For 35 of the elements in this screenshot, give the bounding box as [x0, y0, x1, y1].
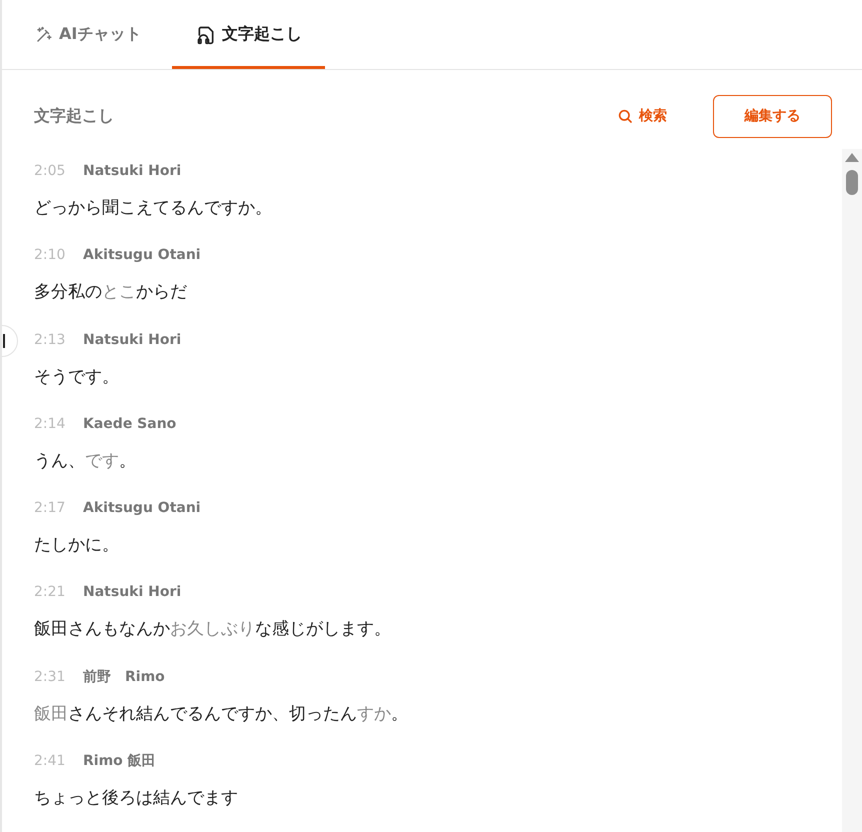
- transcript-text: 飯田 さんそれ結んでるんですか、切ったんすか。: [34, 702, 409, 724]
- document-headphones-icon: [196, 24, 216, 44]
- speaker-name: Natsuki Hori: [83, 332, 182, 348]
- section-title: 文字起こし: [34, 106, 115, 126]
- magic-wand-icon: [35, 26, 53, 44]
- search-icon: [617, 108, 633, 124]
- timestamp: 2:10: [34, 247, 66, 264]
- timestamp: 2:21: [34, 584, 66, 600]
- transcript-text: 多分私の とこ からだ: [34, 281, 188, 304]
- scroll-thumb[interactable]: [846, 170, 858, 195]
- timestamp: 2:13: [34, 332, 66, 348]
- tab[interactable]: AIチャット: [24, 0, 152, 69]
- speaker-name: 前野 Rimo: [83, 668, 165, 686]
- speaker-name: Kaede Sano: [83, 416, 176, 432]
- timestamp: 2:05: [34, 163, 66, 179]
- search-button[interactable]: 検索: [613, 103, 671, 129]
- tab[interactable]: 文字起こし: [172, 0, 326, 69]
- speaker-name: Akitsugu Otani: [83, 247, 201, 264]
- edit-button[interactable]: 編集する: [713, 94, 832, 138]
- scrollbar[interactable]: [842, 149, 862, 832]
- speaker-name: Akitsugu Otani: [83, 500, 201, 516]
- timestamp: 2:14: [34, 416, 66, 432]
- transcript-text: 飯田さんもなんかお久しぶり な感じがします。: [34, 618, 392, 640]
- transcript-text: うん、です。: [34, 450, 137, 472]
- speaker-name: Rimo 飯田: [83, 752, 156, 770]
- scroll-up-icon[interactable]: [845, 153, 859, 162]
- transcript-text: どっから聞こえてるんですか。: [34, 197, 273, 219]
- timestamp: 2:41: [34, 752, 66, 769]
- timestamp: 2:31: [34, 668, 66, 684]
- timestamp: 2:17: [34, 500, 66, 516]
- transcript-text: そうです。: [34, 366, 120, 388]
- speaker-name: Natsuki Hori: [83, 584, 182, 600]
- transcript-text: ちょっと後ろは結んでます: [34, 786, 239, 809]
- speaker-name: Natsuki Hori: [83, 163, 182, 179]
- transcript-text: たしかに。: [34, 534, 120, 556]
